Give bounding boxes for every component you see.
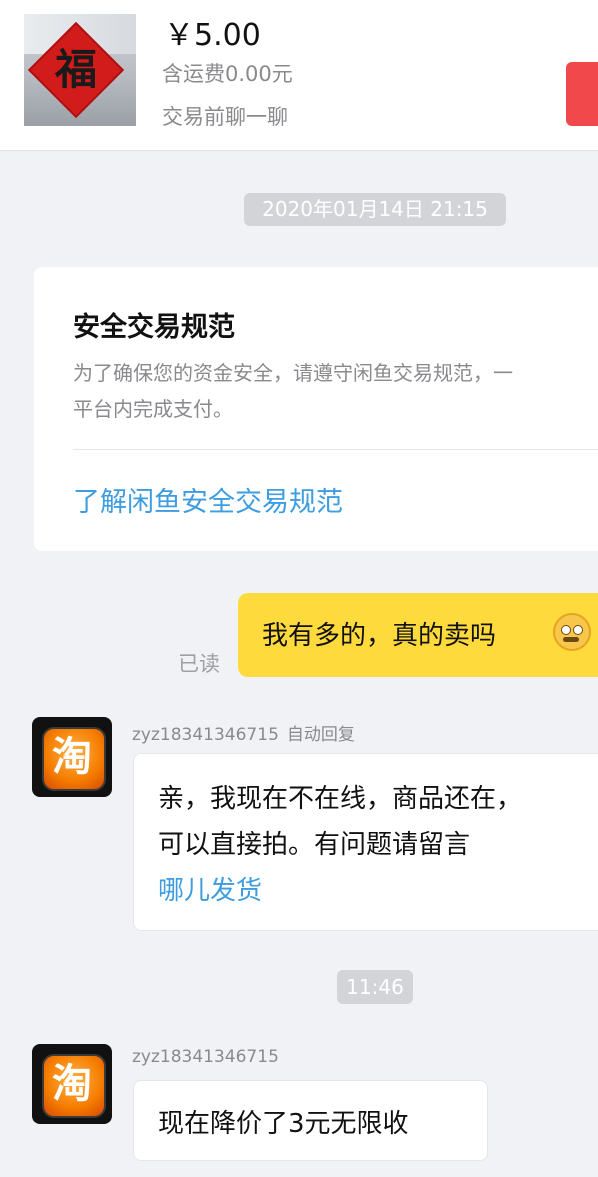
emoji-eye <box>561 625 571 635</box>
safety-card-title: 安全交易规范 <box>73 312 235 343</box>
emoji-eye <box>573 625 583 635</box>
safety-body-line: 为了确保您的资金安全，请遵守闲鱼交易规范，一 <box>73 361 513 385</box>
read-status: 已读 <box>178 652 220 676</box>
shipping-location-link[interactable]: 哪儿发货 <box>158 870 262 907</box>
item-thumbnail[interactable]: 福 <box>24 14 136 126</box>
avatar[interactable]: 淘 <box>32 1044 112 1124</box>
message-text-line: 现在降价了3元无限收 <box>158 1109 409 1139</box>
message-timestamp: 2020年01月14日 21:15 <box>244 193 506 226</box>
safety-rules-card: 安全交易规范 为了确保您的资金安全，请遵守闲鱼交易规范，一 平台内完成支付。 了… <box>34 267 598 551</box>
sender-name: zyz18341346715 <box>132 725 279 745</box>
item-header: 福 ￥5.00 含运费0.00元 交易前聊一聊 <box>0 0 598 151</box>
message-text-line: 可以直接拍。有问题请留言 <box>158 830 471 860</box>
message-timestamp: 11:46 <box>337 970 413 1004</box>
avatar-character: 淘 <box>52 1060 92 1107</box>
buy-button[interactable] <box>566 62 598 126</box>
safety-rules-link[interactable]: 了解闲鱼安全交易规范 <box>73 480 343 519</box>
avatar[interactable]: 淘 <box>32 717 112 797</box>
outgoing-message-text: 我有多的，真的卖吗 <box>262 621 497 651</box>
nervous-face-emoji-icon <box>553 613 591 651</box>
avatar-character: 淘 <box>52 733 92 780</box>
shipping-fee: 含运费0.00元 <box>162 62 293 86</box>
fu-character: 福 <box>54 45 97 94</box>
sender-name: zyz18341346715 <box>132 1047 279 1067</box>
outgoing-message-bubble[interactable]: 我有多的，真的卖吗 <box>238 593 598 677</box>
auto-reply-tag: 自动回复 <box>286 725 355 745</box>
chat-before-trade: 交易前聊一聊 <box>162 105 288 129</box>
divider <box>73 449 598 450</box>
emoji-mouth <box>563 637 579 642</box>
sender-line: zyz18341346715 自动回复 <box>132 720 355 745</box>
safety-card-body: 为了确保您的资金安全，请遵守闲鱼交易规范，一 平台内完成支付。 <box>73 355 598 427</box>
message-text-line: 亲，我现在不在线，商品还在， <box>158 784 523 814</box>
incoming-message-bubble[interactable]: 亲，我现在不在线，商品还在， 可以直接拍。有问题请留言 哪儿发货 <box>133 753 598 931</box>
safety-body-line: 平台内完成支付。 <box>73 397 233 421</box>
item-price: ￥5.00 <box>164 18 261 53</box>
incoming-message-bubble[interactable]: 现在降价了3元无限收 <box>133 1080 488 1161</box>
